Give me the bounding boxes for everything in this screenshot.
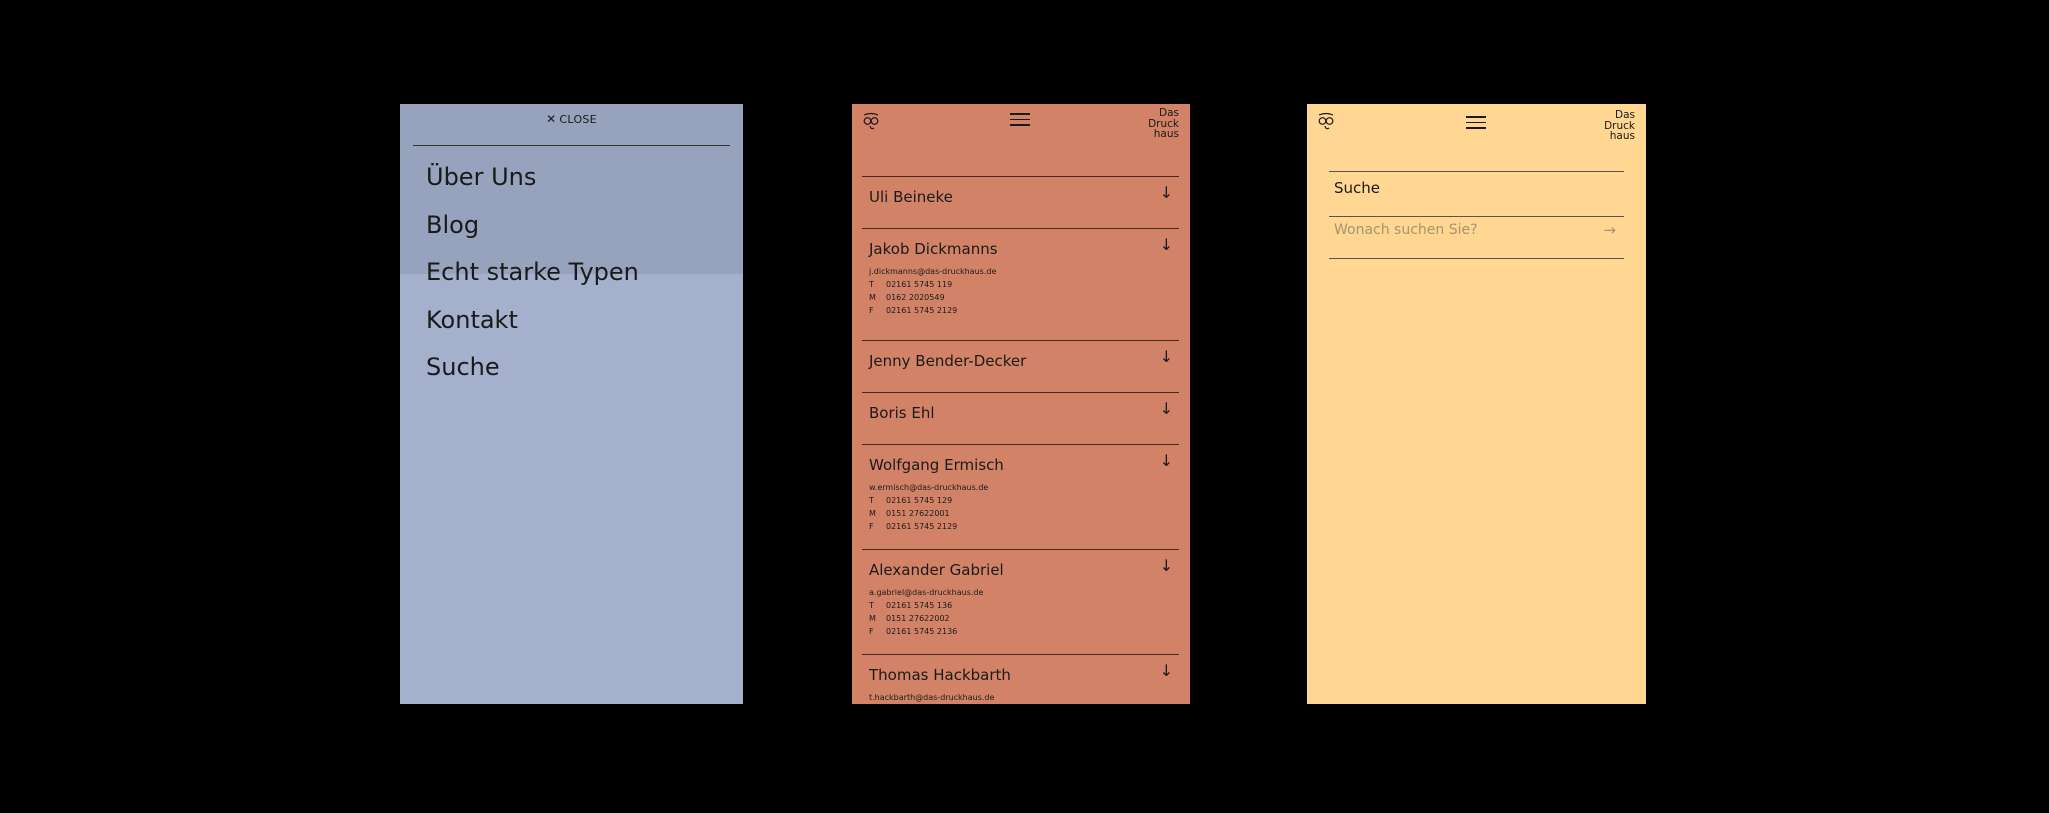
mobile-label: M: [869, 509, 876, 518]
person-name: Jakob Dickmanns: [869, 240, 998, 258]
menu-item-kontakt[interactable]: Kontakt: [426, 297, 639, 345]
wordmark-line: Das: [1159, 107, 1179, 119]
contact-details: j.dickmanns@das-druckhaus.de T 02161 5745…: [869, 265, 996, 317]
fax-value: 02161 5745 2129: [886, 522, 958, 531]
email-link[interactable]: t.hackbarth@das-druckhaus.de: [869, 691, 994, 704]
contact-details: a.gabriel@das-druckhaus.de T 02161 5745 1…: [869, 586, 983, 638]
contact-details: t.hackbarth@das-druckhaus.de: [869, 691, 994, 704]
person-row[interactable]: Alexander Gabriel ↓ a.gabriel@das-druckh…: [862, 549, 1179, 655]
contact-details: w.ermisch@das-druckhaus.de T 02161 5745 1…: [869, 481, 988, 533]
mobile-value[interactable]: 0151 27622001: [886, 509, 950, 518]
email-link[interactable]: a.gabriel@das-druckhaus.de: [869, 586, 983, 599]
search-screen: Das Druck haus Suche →: [1307, 104, 1646, 704]
wordmark-line: Das: [1615, 109, 1635, 121]
email-link[interactable]: j.dickmanns@das-druckhaus.de: [869, 265, 996, 278]
mobile-label: M: [869, 614, 876, 623]
phone-value[interactable]: 02161 5745 136: [886, 601, 952, 610]
divider: [1329, 171, 1624, 172]
person-row[interactable]: Boris Ehl ↓: [862, 392, 1179, 445]
person-name: Boris Ehl: [869, 404, 935, 422]
person-name: Jenny Bender-Decker: [869, 352, 1027, 370]
expand-arrow-icon[interactable]: ↓: [1160, 558, 1173, 574]
divider: [413, 145, 730, 146]
close-button[interactable]: ✕ CLOSE: [400, 112, 743, 126]
arrow-right-icon[interactable]: →: [1603, 221, 1616, 239]
wordmark-line: haus: [1153, 128, 1179, 140]
mobile-label: M: [869, 293, 876, 302]
menu-item-ueber-uns[interactable]: Über Uns: [426, 154, 639, 202]
divider: [1329, 216, 1624, 217]
logo-icon[interactable]: [862, 112, 880, 134]
expand-arrow-icon[interactable]: ↓: [1160, 663, 1173, 679]
mobile-value[interactable]: 0151 27622002: [886, 614, 950, 623]
close-icon: ✕: [546, 112, 557, 126]
hamburger-menu-button[interactable]: [1010, 113, 1030, 127]
divider: [1329, 258, 1624, 259]
person-row[interactable]: Jakob Dickmanns ↓ j.dickmanns@das-druckh…: [862, 228, 1179, 341]
person-row[interactable]: Jenny Bender-Decker ↓: [862, 340, 1179, 393]
person-name: Uli Beineke: [869, 188, 953, 206]
brand-wordmark[interactable]: Das Druck haus: [1148, 108, 1179, 140]
expand-arrow-icon[interactable]: ↓: [1160, 401, 1173, 417]
expand-arrow-icon[interactable]: ↓: [1160, 349, 1173, 365]
phone-label: T: [869, 601, 874, 610]
hamburger-menu-button[interactable]: [1466, 116, 1486, 130]
menu-item-echt-starke-typen[interactable]: Echt starke Typen: [426, 249, 639, 297]
search-title: Suche: [1334, 179, 1381, 197]
expand-arrow-icon[interactable]: ↓: [1160, 453, 1173, 469]
person-name: Alexander Gabriel: [869, 561, 1004, 579]
main-menu: Über Uns Blog Echt starke Typen Kontakt …: [426, 154, 639, 392]
phone-label: T: [869, 280, 874, 289]
person-name: Wolfgang Ermisch: [869, 456, 1004, 474]
person-name: Thomas Hackbarth: [869, 666, 1011, 684]
logo-icon[interactable]: [1317, 112, 1335, 134]
mobile-value[interactable]: 0162 2020549: [886, 293, 945, 302]
menu-item-suche[interactable]: Suche: [426, 344, 639, 392]
email-link[interactable]: w.ermisch@das-druckhaus.de: [869, 481, 988, 494]
phone-label: T: [869, 496, 874, 505]
expand-arrow-icon[interactable]: ↓: [1160, 185, 1173, 201]
fax-label: F: [869, 627, 874, 636]
person-row[interactable]: Thomas Hackbarth ↓ t.hackbarth@das-druck…: [862, 654, 1179, 704]
fax-value: 02161 5745 2136: [886, 627, 958, 636]
menu-screen: ✕ CLOSE Über Uns Blog Echt starke Typen K…: [400, 104, 743, 704]
person-row[interactable]: Uli Beineke ↓: [862, 176, 1179, 229]
phone-value[interactable]: 02161 5745 119: [886, 280, 952, 289]
expand-arrow-icon[interactable]: ↓: [1160, 237, 1173, 253]
search-input[interactable]: [1334, 222, 1594, 238]
fax-value: 02161 5745 2129: [886, 306, 958, 315]
menu-item-blog[interactable]: Blog: [426, 202, 639, 250]
phone-value[interactable]: 02161 5745 129: [886, 496, 952, 505]
fax-label: F: [869, 522, 874, 531]
fax-label: F: [869, 306, 874, 315]
brand-wordmark[interactable]: Das Druck haus: [1604, 110, 1635, 142]
close-label: CLOSE: [559, 113, 597, 126]
wordmark-line: haus: [1609, 130, 1635, 142]
team-screen: Das Druck haus Uli Beineke ↓ Jakob Dickm…: [852, 104, 1190, 704]
person-row[interactable]: Wolfgang Ermisch ↓ w.ermisch@das-druckha…: [862, 444, 1179, 550]
